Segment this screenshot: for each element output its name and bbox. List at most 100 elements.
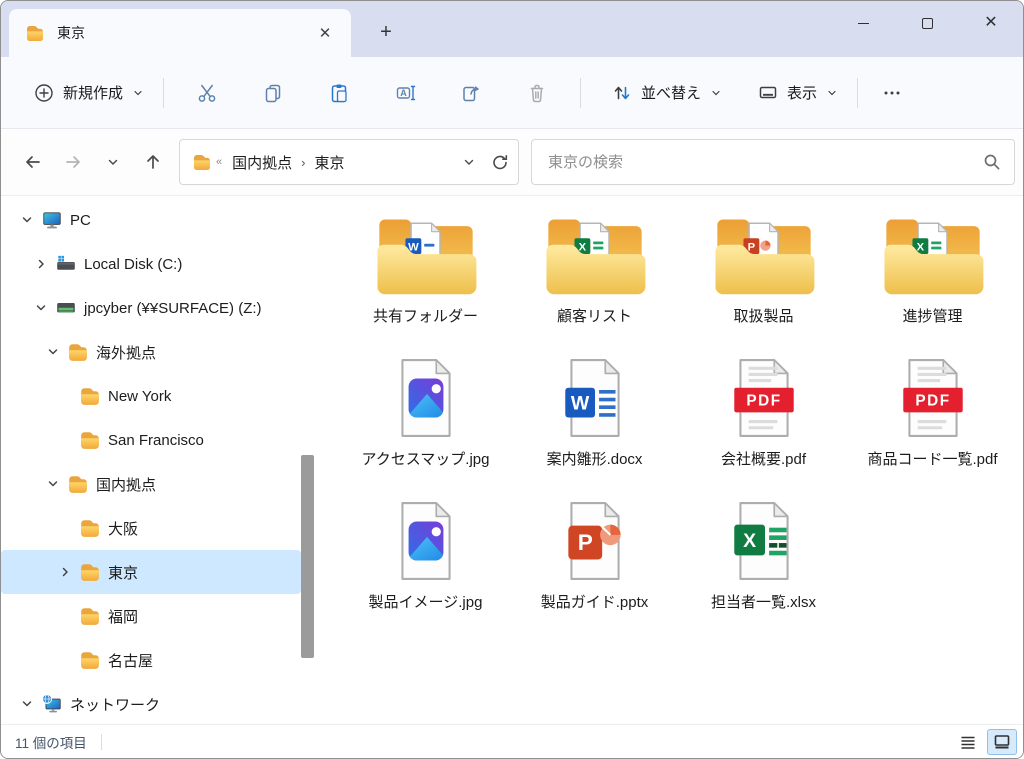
share-icon xyxy=(460,82,482,104)
recent-locations-button[interactable] xyxy=(93,142,133,182)
more-icon xyxy=(881,82,903,104)
file-item-label: 担当者一覧.xlsx xyxy=(711,592,816,613)
view-button[interactable]: 表示 xyxy=(747,74,847,112)
folder-excel-icon xyxy=(877,210,989,300)
file-item[interactable]: 商品コード一覧.pdf xyxy=(848,351,1017,470)
paste-button[interactable] xyxy=(306,71,372,115)
share-button[interactable] xyxy=(438,71,504,115)
file-item[interactable]: アクセスマップ.jpg xyxy=(341,351,510,470)
sidebar-item-tokyo[interactable]: 東京 xyxy=(1,550,301,594)
maximize-button[interactable] xyxy=(895,1,959,45)
refresh-icon[interactable] xyxy=(490,152,510,172)
sidebar-item-fukuoka[interactable]: 福岡 xyxy=(1,594,301,638)
folder-item[interactable]: 共有フォルダー xyxy=(341,210,510,327)
search-input[interactable] xyxy=(548,154,982,171)
new-button[interactable]: 新規作成 xyxy=(23,74,153,112)
copy-button[interactable] xyxy=(240,71,306,115)
new-tab-button[interactable]: + xyxy=(369,15,403,49)
file-explorer-window: 東京 ✕ + ✕ 新規作成 xyxy=(0,0,1024,759)
breadcrumb-item[interactable]: 東京 xyxy=(308,148,350,177)
forward-button[interactable] xyxy=(53,142,93,182)
large-icons-view-button[interactable] xyxy=(987,729,1017,755)
expand-chevron-icon[interactable] xyxy=(15,692,39,716)
folder-item[interactable]: 進捗管理 xyxy=(848,210,1017,327)
word-file-icon xyxy=(562,357,628,439)
folder-item-label: 取扱製品 xyxy=(733,306,793,327)
file-item-label: アクセスマップ.jpg xyxy=(362,449,490,470)
toolbar-divider xyxy=(580,78,581,108)
folder-icon xyxy=(67,473,89,495)
titlebar[interactable]: 東京 ✕ + ✕ xyxy=(1,1,1023,57)
minimize-button[interactable] xyxy=(831,1,895,45)
sidebar-item-label: New York xyxy=(108,388,171,405)
search-box[interactable] xyxy=(531,139,1015,185)
more-button[interactable] xyxy=(868,71,916,115)
breadcrumb-separator[interactable]: › xyxy=(298,155,308,170)
folder-icon xyxy=(25,23,45,43)
sidebar-item-label: 東京 xyxy=(108,562,138,583)
sidebar-item-pc[interactable]: PC xyxy=(1,198,301,242)
sidebar-item-jpcyber-drive[interactable]: jpcyber (¥¥SURFACE) (Z:) xyxy=(1,286,301,330)
excel-file-icon xyxy=(731,500,797,582)
file-item[interactable]: 案内雛形.docx xyxy=(510,351,679,470)
sidebar-item-san-francisco[interactable]: San Francisco xyxy=(1,418,301,462)
file-item-label: 商品コード一覧.pdf xyxy=(867,449,997,470)
breadcrumb-item[interactable]: 国内拠点 xyxy=(226,148,298,177)
folder-icon xyxy=(79,385,101,407)
sidebar-item-local-disk[interactable]: Local Disk (C:) xyxy=(1,242,301,286)
expander-spacer xyxy=(53,516,77,540)
expand-chevron-icon[interactable] xyxy=(29,296,53,320)
trash-icon xyxy=(526,82,548,104)
file-item[interactable]: 製品ガイド.pptx xyxy=(510,494,679,613)
sidebar-item-overseas[interactable]: 海外拠点 xyxy=(1,330,301,374)
up-button[interactable] xyxy=(133,142,173,182)
expand-chevron-icon[interactable] xyxy=(41,340,65,364)
chevron-down-icon xyxy=(827,88,837,98)
tab-tokyo[interactable]: 東京 ✕ xyxy=(9,9,351,57)
sidebar-item-label: 名古屋 xyxy=(108,650,153,671)
sidebar-scrollbar[interactable] xyxy=(301,455,314,658)
sidebar-item-domestic[interactable]: 国内拠点 xyxy=(1,462,301,506)
tab-close-icon[interactable]: ✕ xyxy=(311,19,339,47)
expand-chevron-icon[interactable] xyxy=(41,472,65,496)
file-item-label: 製品ガイド.pptx xyxy=(541,592,649,613)
sidebar-item-nagoya[interactable]: 名古屋 xyxy=(1,638,301,682)
close-button[interactable]: ✕ xyxy=(959,1,1023,45)
back-icon xyxy=(22,151,44,173)
paste-icon xyxy=(328,82,350,104)
file-grid: 共有フォルダー 顧客リスト 取扱製品 進捗管理 アクセスマップ.jpg 案内雛形… xyxy=(341,210,1017,613)
sidebar-item-osaka[interactable]: 大阪 xyxy=(1,506,301,550)
folder-item[interactable]: 顧客リスト xyxy=(510,210,679,327)
search-icon[interactable] xyxy=(982,152,1002,172)
rename-button[interactable]: A xyxy=(372,71,438,115)
folder-icon xyxy=(79,605,101,627)
folder-excel-icon xyxy=(539,210,651,300)
address-bar[interactable]: « 国内拠点 › 東京 xyxy=(179,139,519,185)
sidebar-item-network[interactable]: ネットワーク xyxy=(1,682,301,726)
sidebar-item-label: jpcyber (¥¥SURFACE) (Z:) xyxy=(84,300,262,317)
expand-chevron-icon[interactable] xyxy=(15,208,39,232)
file-item[interactable]: 製品イメージ.jpg xyxy=(341,494,510,613)
expander-spacer xyxy=(53,428,77,452)
new-button-label: 新規作成 xyxy=(63,82,123,103)
pc-icon xyxy=(41,209,63,231)
delete-button[interactable] xyxy=(504,71,570,115)
folder-icon xyxy=(67,341,89,363)
disk-icon xyxy=(55,253,77,275)
collapse-chevron-icon[interactable] xyxy=(53,560,77,584)
back-button[interactable] xyxy=(13,142,53,182)
sidebar-item-new-york[interactable]: New York xyxy=(1,374,301,418)
folder-icon xyxy=(192,152,212,172)
window-controls: ✕ xyxy=(831,1,1023,49)
address-dropdown-icon[interactable] xyxy=(462,155,476,169)
powerpoint-file-icon xyxy=(562,500,628,582)
cut-button[interactable] xyxy=(174,71,240,115)
sort-button-label: 並べ替え xyxy=(641,82,701,103)
file-item[interactable]: 会社概要.pdf xyxy=(679,351,848,470)
file-item[interactable]: 担当者一覧.xlsx xyxy=(679,494,848,613)
breadcrumb-overflow[interactable]: « xyxy=(212,156,226,168)
folder-item[interactable]: 取扱製品 xyxy=(679,210,848,327)
details-view-button[interactable] xyxy=(953,729,983,755)
sort-button[interactable]: 並べ替え xyxy=(601,74,731,112)
collapse-chevron-icon[interactable] xyxy=(29,252,53,276)
